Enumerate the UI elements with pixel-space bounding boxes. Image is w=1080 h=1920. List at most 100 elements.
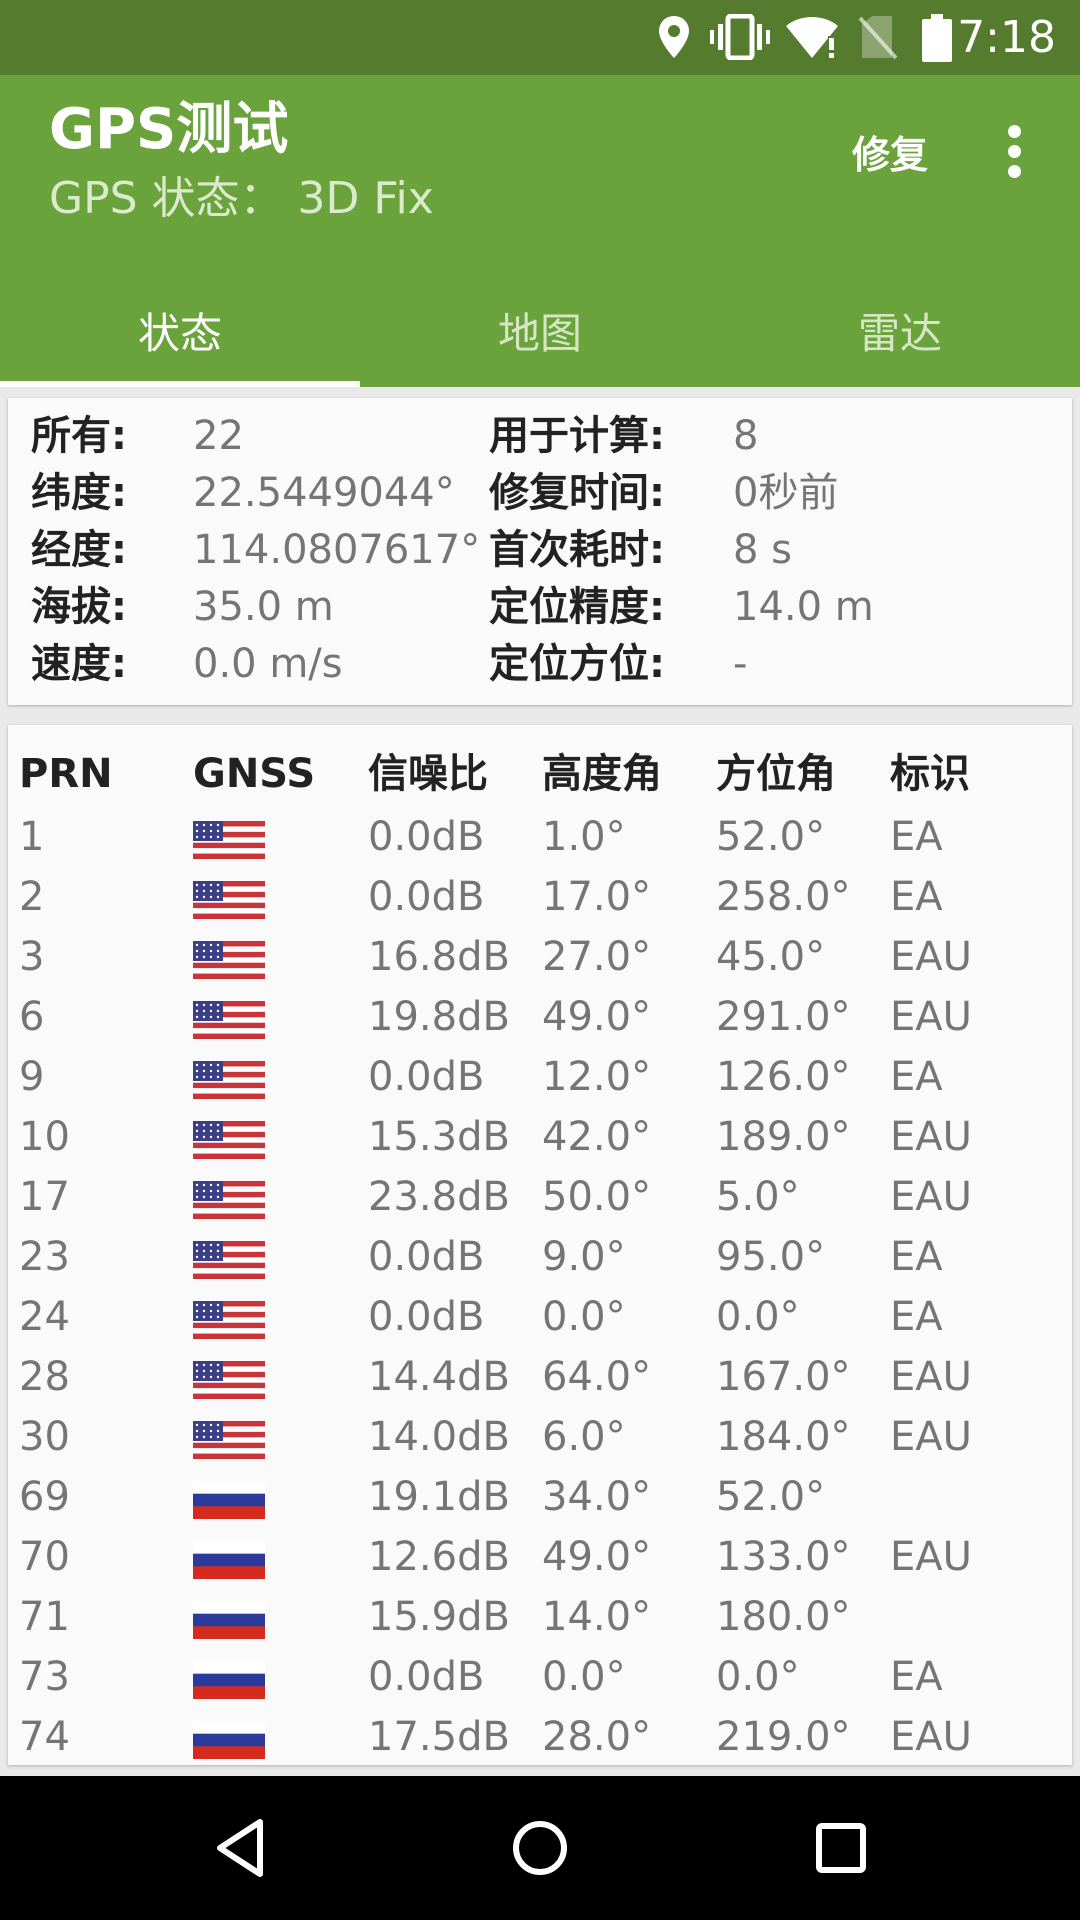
azimuth-cell: 0.0° — [716, 1654, 800, 1700]
tab-bar: 状态 地图 雷达 — [0, 280, 1080, 387]
azimuth-cell: 291.0° — [716, 994, 851, 1040]
back-icon[interactable] — [212, 1816, 268, 1880]
prn-cell: 3 — [19, 934, 45, 980]
snr-cell: 19.8dB — [368, 994, 510, 1040]
elevation-cell: 14.0° — [542, 1594, 652, 1640]
prn-cell: 69 — [19, 1474, 70, 1520]
table-row: 3 16.8dB 27.0° 45.0° EAU — [8, 927, 1072, 987]
status-bar: 7:18 — [0, 0, 1080, 75]
header-elevation: 高度角 — [542, 751, 662, 797]
azimuth-cell: 45.0° — [716, 934, 826, 980]
table-row: 9 0.0dB 12.0° 126.0° EA — [8, 1047, 1072, 1107]
vibrate-icon — [710, 14, 770, 60]
snr-cell: 0.0dB — [368, 1654, 485, 1700]
flags-cell: EA — [890, 1234, 943, 1280]
elevation-cell: 12.0° — [542, 1054, 652, 1100]
used-in-fix-value: 8 — [733, 413, 759, 459]
more-vert-icon[interactable] — [996, 125, 1032, 185]
flags-cell: EA — [890, 1294, 943, 1340]
snr-cell: 0.0dB — [368, 874, 485, 920]
tab-indicator — [0, 381, 360, 387]
gps-status-subtitle: GPS 状态： 3D Fix — [49, 173, 434, 224]
table-row: 23 0.0dB 9.0° 95.0° EA — [8, 1227, 1072, 1287]
app-bar: GPS测试 GPS 状态： 3D Fix 修复 状态 地图 雷达 — [0, 75, 1080, 387]
battery-icon — [922, 14, 952, 62]
us-flag-icon — [193, 1001, 265, 1039]
azimuth-cell: 95.0° — [716, 1234, 826, 1280]
flags-cell: EAU — [890, 994, 972, 1040]
fix-time-value: 0秒前 — [733, 470, 839, 516]
fix-button[interactable]: 修复 — [852, 127, 928, 183]
prn-cell: 23 — [19, 1234, 70, 1280]
recents-icon[interactable] — [814, 1818, 870, 1878]
elevation-cell: 27.0° — [542, 934, 652, 980]
flags-cell: EA — [890, 1054, 943, 1100]
satellite-table[interactable]: PRN GNSS 信噪比 高度角 方位角 标识 1 0.0dB 1.0° 52.0° E… — [8, 725, 1072, 1765]
longitude-label: 经度: — [31, 527, 127, 573]
azimuth-cell: 0.0° — [716, 1294, 800, 1340]
prn-cell: 17 — [19, 1174, 70, 1220]
clock: 7:18 — [957, 12, 1056, 63]
latitude-value: 22.5449044° — [193, 470, 455, 516]
azimuth-cell: 189.0° — [716, 1114, 851, 1160]
table-row: 10 15.3dB 42.0° 189.0° EAU — [8, 1107, 1072, 1167]
ttff-value: 8 s — [733, 527, 793, 573]
tab-map[interactable]: 地图 — [360, 280, 720, 387]
snr-cell: 15.9dB — [368, 1594, 510, 1640]
altitude-value: 35.0 m — [193, 584, 334, 630]
us-flag-icon — [193, 881, 265, 919]
azimuth-cell: 5.0° — [716, 1174, 800, 1220]
flags-cell: EAU — [890, 1114, 972, 1160]
snr-cell: 15.3dB — [368, 1114, 510, 1160]
snr-cell: 0.0dB — [368, 1234, 485, 1280]
azimuth-cell: 167.0° — [716, 1354, 851, 1400]
azimuth-cell: 126.0° — [716, 1054, 851, 1100]
flags-cell: EA — [890, 874, 943, 920]
ru-flag-icon — [193, 1721, 265, 1759]
us-flag-icon — [193, 1121, 265, 1159]
latitude-label: 纬度: — [31, 470, 127, 516]
accuracy-value: 14.0 m — [733, 584, 874, 630]
used-in-fix-label: 用于计算: — [489, 413, 665, 459]
flags-cell: EAU — [890, 1354, 972, 1400]
header-flags: 标识 — [890, 751, 970, 797]
table-row: 24 0.0dB 0.0° 0.0° EA — [8, 1287, 1072, 1347]
table-row: 2 0.0dB 17.0° 258.0° EA — [8, 867, 1072, 927]
elevation-cell: 42.0° — [542, 1114, 652, 1160]
speed-value: 0.0 m/s — [193, 641, 343, 687]
header-gnss: GNSS — [193, 751, 316, 797]
prn-cell: 6 — [19, 994, 45, 1040]
prn-cell: 2 — [19, 874, 45, 920]
us-flag-icon — [193, 1421, 265, 1459]
prn-cell: 73 — [19, 1654, 70, 1700]
gps-summary-card: 所有: 22 用于计算: 8 纬度: 22.5449044° 修复时间: 0秒前… — [8, 398, 1072, 705]
azimuth-cell: 219.0° — [716, 1714, 851, 1760]
elevation-cell: 1.0° — [542, 814, 626, 860]
flags-cell: EAU — [890, 1714, 972, 1760]
tab-radar[interactable]: 雷达 — [720, 280, 1080, 387]
us-flag-icon — [193, 1241, 265, 1279]
prn-cell: 71 — [19, 1594, 70, 1640]
tab-status[interactable]: 状态 — [0, 280, 360, 387]
header-snr: 信噪比 — [368, 751, 488, 797]
total-satellites-value: 22 — [193, 413, 244, 459]
total-satellites-label: 所有: — [31, 413, 127, 459]
ru-flag-icon — [193, 1601, 265, 1639]
us-flag-icon — [193, 941, 265, 979]
table-row: 30 14.0dB 6.0° 184.0° EAU — [8, 1407, 1072, 1467]
us-flag-icon — [193, 1061, 265, 1099]
table-row: 70 12.6dB 49.0° 133.0° EAU — [8, 1527, 1072, 1587]
elevation-cell: 9.0° — [542, 1234, 626, 1280]
table-row: 69 19.1dB 34.0° 52.0° — [8, 1467, 1072, 1527]
elevation-cell: 17.0° — [542, 874, 652, 920]
snr-cell: 19.1dB — [368, 1474, 510, 1520]
snr-cell: 16.8dB — [368, 934, 510, 980]
us-flag-icon — [193, 821, 265, 859]
home-icon[interactable] — [510, 1816, 570, 1880]
prn-cell: 28 — [19, 1354, 70, 1400]
prn-cell: 30 — [19, 1414, 70, 1460]
table-row: 28 14.4dB 64.0° 167.0° EAU — [8, 1347, 1072, 1407]
snr-cell: 0.0dB — [368, 1054, 485, 1100]
bearing-value: - — [733, 641, 748, 687]
flags-cell: EAU — [890, 934, 972, 980]
